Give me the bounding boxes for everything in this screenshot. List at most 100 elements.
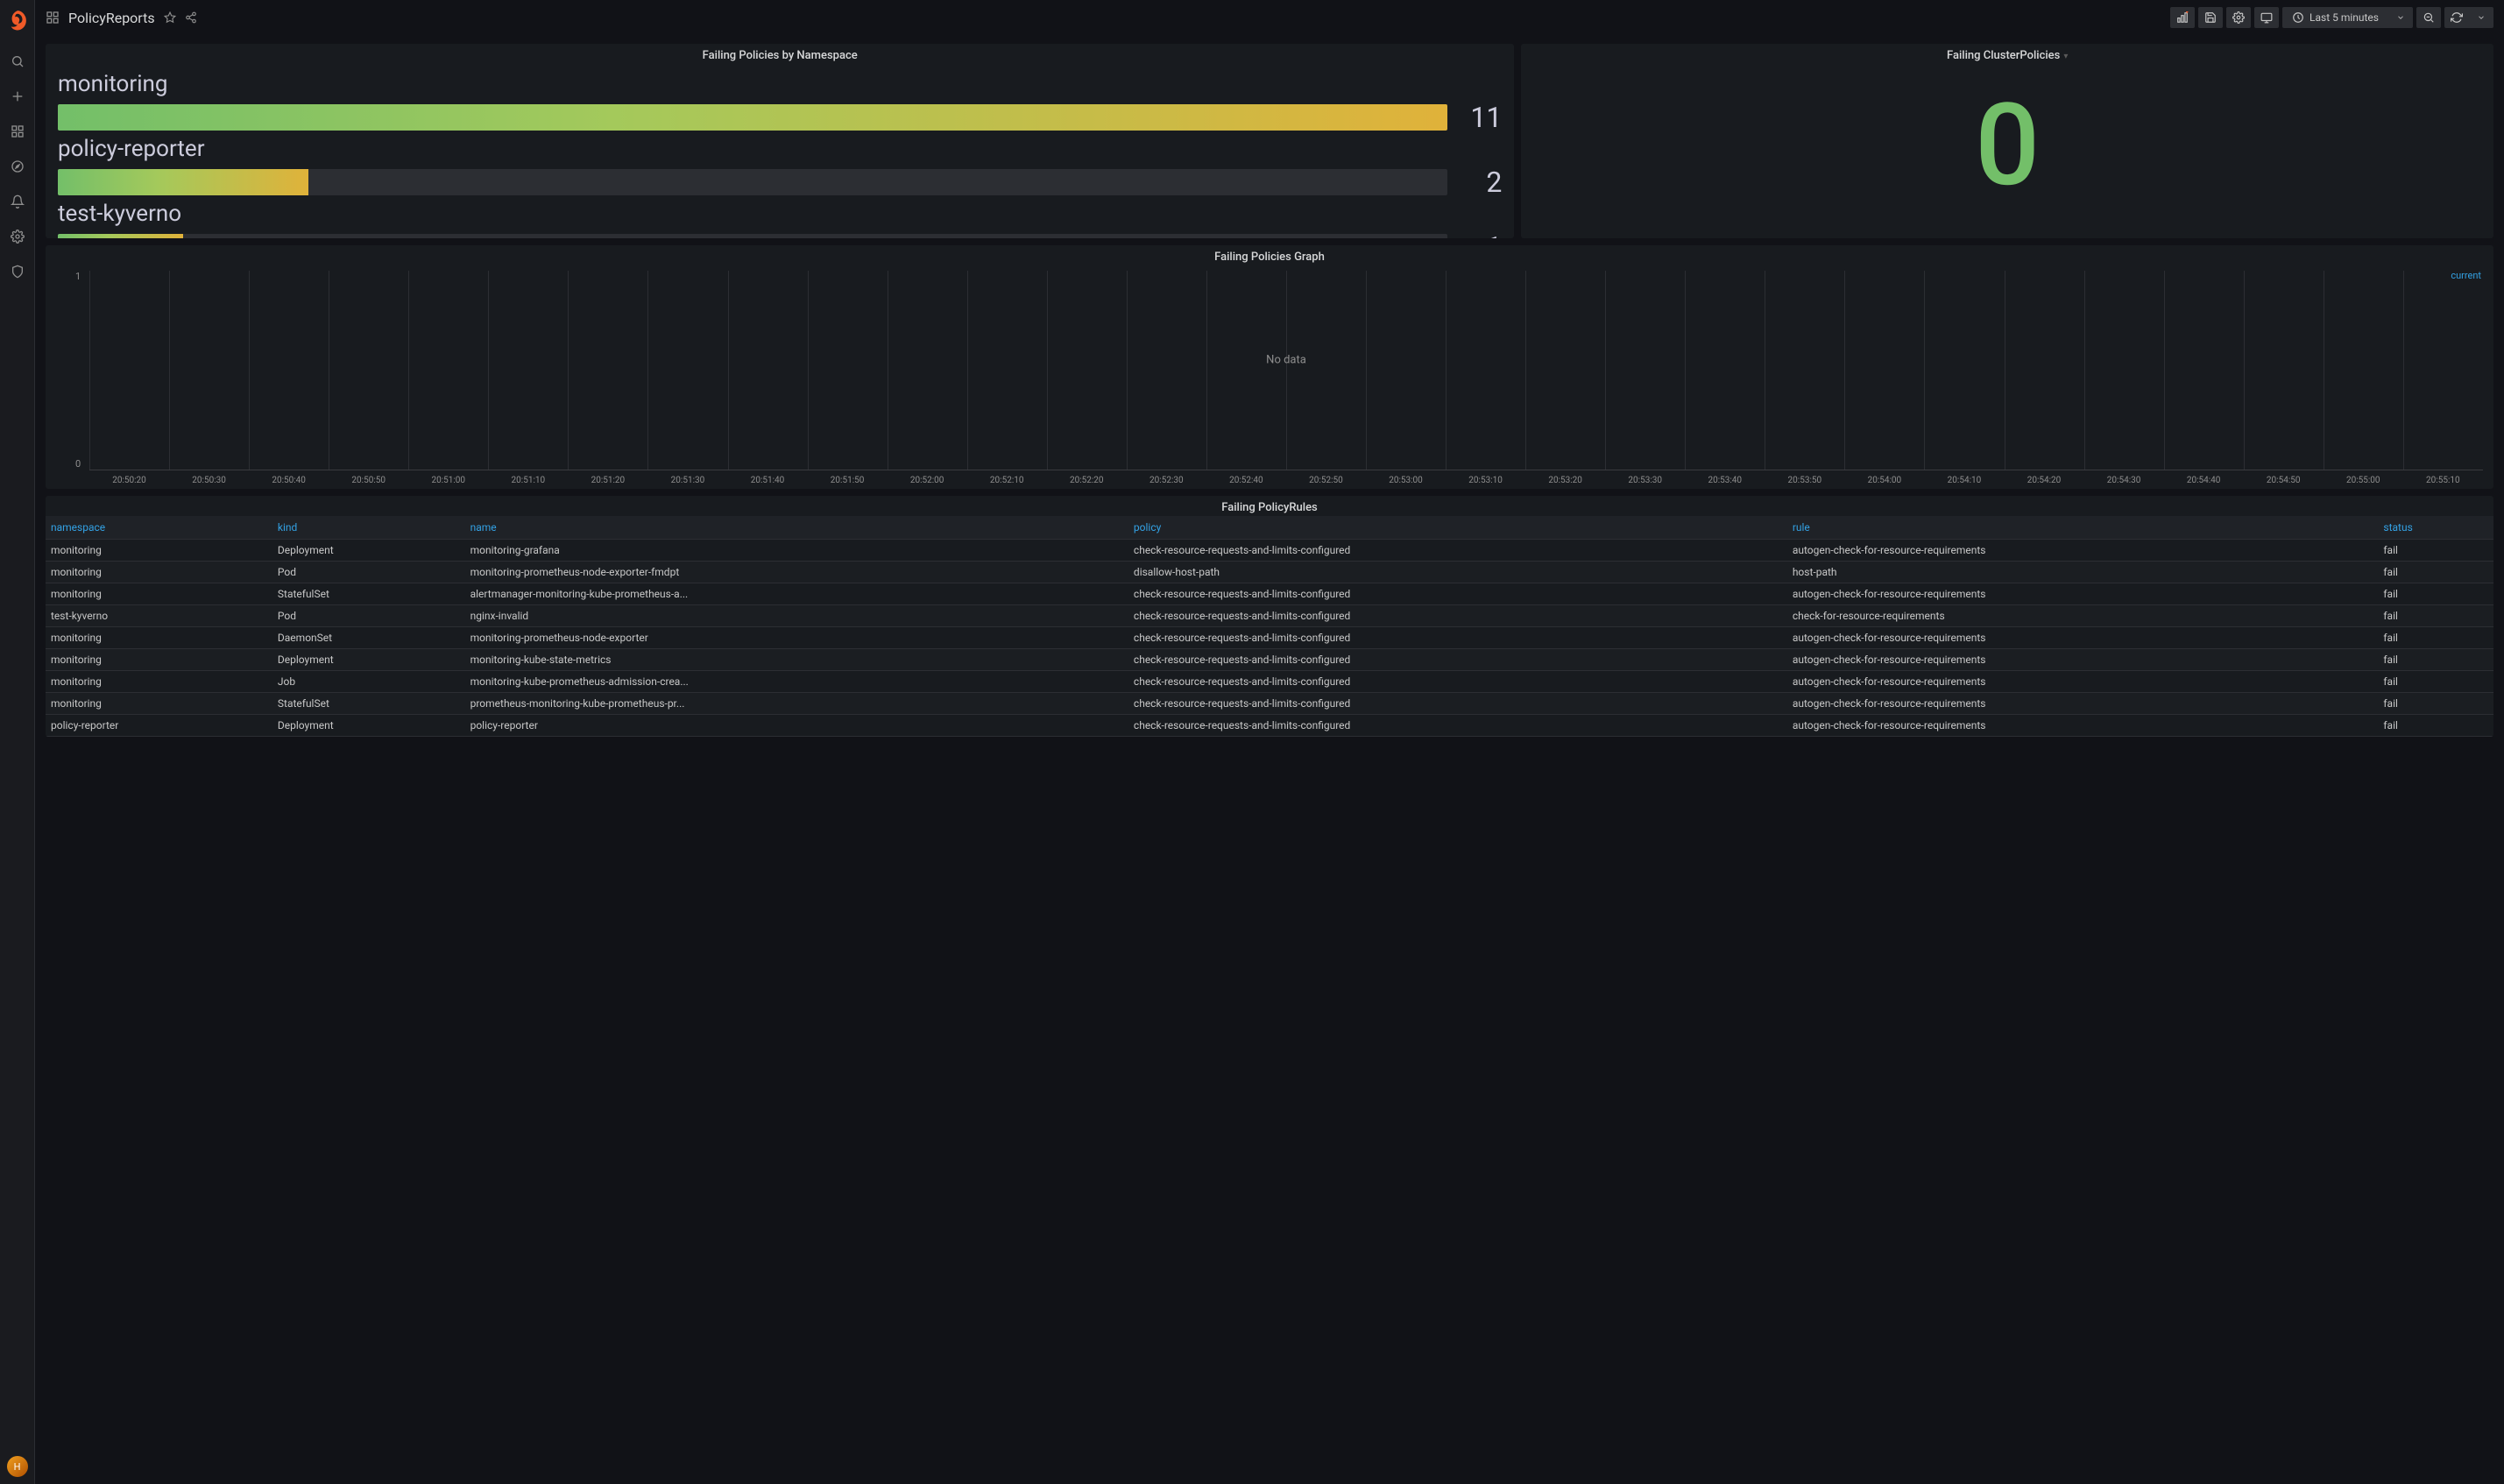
chevron-down-icon: ▾: [2063, 52, 2068, 61]
server-admin-icon[interactable]: [0, 254, 35, 289]
table-row[interactable]: policy-reporterDeploymentpolicy-reporter…: [46, 715, 2493, 737]
column-header-namespace[interactable]: namespace: [46, 516, 272, 540]
column-header-policy[interactable]: policy: [1128, 516, 1787, 540]
x-tick: 20:52:50: [1286, 476, 1366, 485]
page-title[interactable]: PolicyReports: [68, 10, 155, 26]
table-cell: monitoring-prometheus-node-exporter: [465, 627, 1128, 649]
header: PolicyReports: [35, 0, 2504, 35]
table-cell: autogen-check-for-resource-requirements: [1787, 693, 2379, 715]
table-cell: monitoring: [46, 671, 272, 693]
bar-track: [58, 169, 1447, 195]
table-row[interactable]: monitoringDaemonSetmonitoring-prometheus…: [46, 627, 2493, 649]
namespace-label: policy-reporter: [58, 136, 1502, 162]
refresh-interval-chevron[interactable]: [2469, 7, 2493, 28]
table-cell: autogen-check-for-resource-requirements: [1787, 583, 2379, 605]
panel-title: Failing Policies by Namespace: [46, 44, 1514, 64]
column-header-status[interactable]: status: [2378, 516, 2493, 540]
table-cell: policy-reporter: [465, 715, 1128, 737]
table-cell: monitoring-prometheus-node-exporter-fmdp…: [465, 562, 1128, 583]
table-row[interactable]: monitoringStatefulSetprometheus-monitori…: [46, 693, 2493, 715]
explore-icon[interactable]: [0, 149, 35, 184]
x-tick: 20:54:10: [1924, 476, 2004, 485]
refresh-button[interactable]: [2444, 7, 2469, 28]
dashboard-icon[interactable]: [46, 11, 60, 25]
table-row[interactable]: monitoringPodmonitoring-prometheus-node-…: [46, 562, 2493, 583]
x-tick: 20:50:40: [249, 476, 329, 485]
table-cell: nginx-invalid: [465, 605, 1128, 627]
star-icon[interactable]: [164, 11, 176, 24]
table-cell: check-resource-requests-and-limits-confi…: [1128, 715, 1787, 737]
table-cell: autogen-check-for-resource-requirements: [1787, 540, 2379, 562]
x-tick: 20:54:30: [2084, 476, 2164, 485]
table-cell: Pod: [272, 562, 465, 583]
x-tick: 20:51:50: [808, 476, 888, 485]
table-cell: check-resource-requests-and-limits-confi…: [1128, 649, 1787, 671]
table-cell: fail: [2378, 583, 2493, 605]
column-header-name[interactable]: name: [465, 516, 1128, 540]
panel-failing-policies-graph[interactable]: Failing Policies Graph current 1 0 No da…: [46, 245, 2493, 489]
no-data-label: No data: [1266, 354, 1306, 367]
x-tick: 20:55:10: [2403, 476, 2483, 485]
zoom-out-button[interactable]: [2416, 7, 2441, 28]
namespace-value: 1: [1460, 230, 1502, 238]
panel-failing-policies-by-namespace[interactable]: Failing Policies by Namespace monitoring…: [46, 44, 1514, 238]
time-range-picker[interactable]: Last 5 minutes: [2282, 7, 2388, 28]
time-range-label: Last 5 minutes: [2309, 11, 2379, 24]
namespace-label: test-kyverno: [58, 201, 1502, 227]
table-cell: autogen-check-for-resource-requirements: [1787, 649, 2379, 671]
table-cell: fail: [2378, 540, 2493, 562]
table-row[interactable]: monitoringStatefulSetalertmanager-monito…: [46, 583, 2493, 605]
grafana-logo[interactable]: [5, 9, 30, 33]
configuration-icon[interactable]: [0, 219, 35, 254]
x-tick: 20:54:40: [2164, 476, 2244, 485]
table-cell: check-resource-requests-and-limits-confi…: [1128, 540, 1787, 562]
user-avatar[interactable]: H: [7, 1456, 28, 1477]
table-cell: autogen-check-for-resource-requirements: [1787, 627, 2379, 649]
save-button[interactable]: [2198, 7, 2223, 28]
time-range-chevron[interactable]: [2388, 7, 2413, 28]
table-row[interactable]: test-kyvernoPodnginx-invalidcheck-resour…: [46, 605, 2493, 627]
namespace-label: monitoring: [58, 71, 1502, 97]
table-cell: DaemonSet: [272, 627, 465, 649]
table-row[interactable]: monitoringDeploymentmonitoring-kube-stat…: [46, 649, 2493, 671]
settings-button[interactable]: [2226, 7, 2251, 28]
namespace-bar-row: monitoring 11: [58, 71, 1502, 134]
table-cell: monitoring: [46, 627, 272, 649]
sidebar: H: [0, 0, 35, 1484]
table-cell: Deployment: [272, 715, 465, 737]
table-cell: check-resource-requests-and-limits-confi…: [1128, 605, 1787, 627]
x-tick: 20:52:30: [1127, 476, 1206, 485]
table-row[interactable]: monitoringJobmonitoring-kube-prometheus-…: [46, 671, 2493, 693]
plus-icon[interactable]: [0, 79, 35, 114]
panel-failing-policyrules[interactable]: Failing PolicyRules namespacekindnamepol…: [46, 496, 2493, 737]
table-cell: autogen-check-for-resource-requirements: [1787, 715, 2379, 737]
column-header-rule[interactable]: rule: [1787, 516, 2379, 540]
table-cell: monitoring: [46, 540, 272, 562]
table-cell: fail: [2378, 605, 2493, 627]
panel-title: Failing ClusterPolicies▾: [1521, 44, 2493, 64]
x-tick: 20:51:30: [647, 476, 727, 485]
panel-title: Failing Policies Graph: [46, 245, 2493, 265]
table-cell: Deployment: [272, 649, 465, 671]
x-tick: 20:50:20: [89, 476, 169, 485]
share-icon[interactable]: [185, 11, 197, 24]
table-row[interactable]: monitoringDeploymentmonitoring-grafanach…: [46, 540, 2493, 562]
column-header-kind[interactable]: kind: [272, 516, 465, 540]
x-tick: 20:51:20: [568, 476, 647, 485]
policyrules-table: namespacekindnamepolicyrulestatus monito…: [46, 516, 2493, 737]
search-icon[interactable]: [0, 44, 35, 79]
x-tick: 20:54:50: [2244, 476, 2324, 485]
table-cell: monitoring-kube-state-metrics: [465, 649, 1128, 671]
table-cell: check-resource-requests-and-limits-confi…: [1128, 583, 1787, 605]
namespace-value: 11: [1460, 101, 1502, 134]
table-cell: monitoring-grafana: [465, 540, 1128, 562]
dashboards-icon[interactable]: [0, 114, 35, 149]
table-cell: fail: [2378, 671, 2493, 693]
table-cell: check-resource-requests-and-limits-confi…: [1128, 627, 1787, 649]
view-mode-button[interactable]: [2254, 7, 2279, 28]
panel-failing-clusterpolicies[interactable]: Failing ClusterPolicies▾ 0: [1521, 44, 2493, 238]
add-panel-button[interactable]: [2170, 7, 2195, 28]
table-cell: check-resource-requests-and-limits-confi…: [1128, 671, 1787, 693]
table-cell: Job: [272, 671, 465, 693]
alerting-icon[interactable]: [0, 184, 35, 219]
